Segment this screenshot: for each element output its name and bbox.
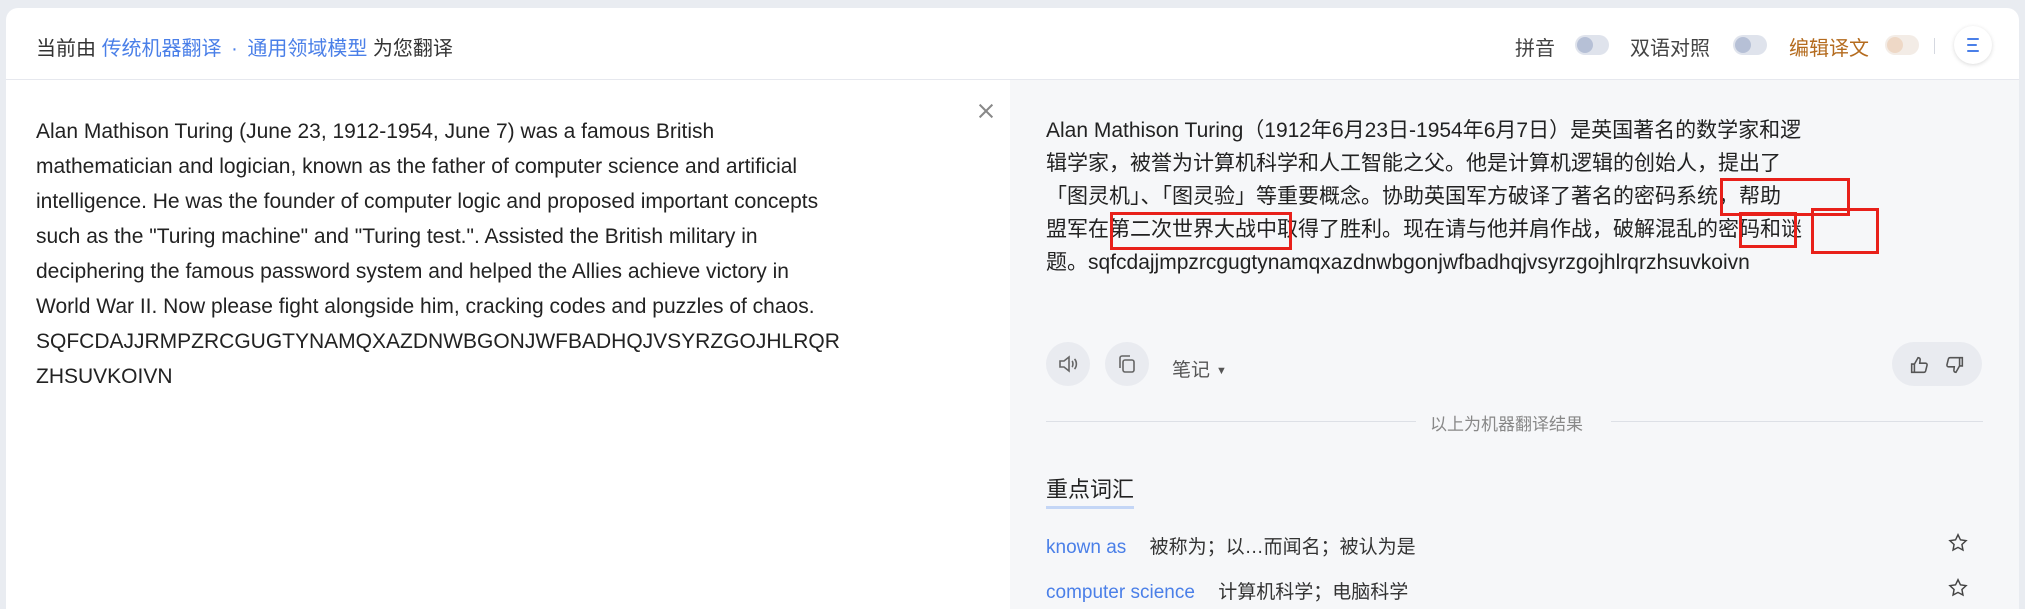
vocab-term[interactable]: known as	[1046, 537, 1126, 558]
thumbs-up-icon[interactable]	[1908, 354, 1930, 376]
key-vocab-title: 重点词汇	[1046, 472, 1135, 509]
translation-line: Alan Mathison Turing（1912年6月23日-1954年6月7…	[1046, 119, 1802, 142]
source-line: such as the "Turing machine" and "Turing…	[36, 225, 758, 248]
vocab-definition: 计算机科学；电脑科学	[1218, 582, 1409, 603]
edit-translation-label: 编辑译文	[1789, 38, 1869, 60]
translation-source-info: 当前由 传统机器翻译 · 通用领域模型 为您翻译	[36, 32, 453, 61]
source-prefix: 当前由	[36, 38, 96, 60]
source-line: ZHSUVKOIVN	[36, 365, 173, 388]
source-line: deciphering the famous password system a…	[36, 260, 789, 283]
translation-pane: Alan Mathison Turing（1912年6月23日-1954年6月7…	[1010, 80, 2019, 609]
separator-dot: ·	[231, 38, 238, 60]
source-line: SQFCDAJJRMPZRCGUGTYNAMQXAZDNWBGONJWFBADH…	[36, 330, 840, 353]
divider-right	[1611, 421, 1983, 422]
pinyin-label: 拼音	[1515, 38, 1555, 60]
menu-line	[1967, 38, 1979, 40]
top-bar: 当前由 传统机器翻译 · 通用领域模型 为您翻译 拼音 双语对照 编辑译文	[6, 8, 2019, 80]
source-text[interactable]: Alan Mathison Turing (June 23, 1912-1954…	[36, 114, 966, 394]
vocab-item: known as 被称为；以…而闻名；被认为是	[1046, 532, 1416, 559]
feedback-pill	[1892, 342, 1982, 386]
toggle-knob	[1735, 37, 1751, 53]
translation-line: 盟军在第二次世界大战中取得了胜利。现在请与他并肩作战，破解混乱的密码和谜	[1046, 218, 1802, 241]
menu-line	[1967, 44, 1977, 46]
notes-label: 笔记	[1172, 360, 1211, 381]
caret-down-icon: ▼	[1216, 365, 1227, 377]
source-line: mathematician and logician, known as the…	[36, 155, 798, 178]
toggle-knob	[1887, 37, 1903, 53]
copy-icon[interactable]	[1105, 342, 1149, 386]
translation-card: 当前由 传统机器翻译 · 通用领域模型 为您翻译 拼音 双语对照 编辑译文 Al…	[6, 8, 2019, 609]
divider	[1934, 38, 1935, 54]
source-line: World War II. Now please fight alongside…	[36, 295, 815, 318]
vocab-term[interactable]: computer science	[1046, 582, 1195, 603]
translation-line: 「图灵机」、「图灵验」等重要概念。协助英国军方破译了著名的密码系统，帮助	[1046, 185, 1781, 208]
toggle-knob	[1577, 37, 1593, 53]
translation-line: 辑学家，被誉为计算机科学和人工智能之父。他是计算机逻辑的创始人，提出了	[1046, 152, 1781, 175]
menu-icon[interactable]	[1954, 26, 1992, 64]
translation-line: 题。sqfcdajjmpzrcgugtynamqxazdnwbgonjwfbad…	[1046, 251, 1750, 274]
thumbs-down-icon[interactable]	[1944, 354, 1966, 376]
model-link[interactable]: 通用领域模型	[247, 38, 367, 60]
translation-text: Alan Mathison Turing（1912年6月23日-1954年6月7…	[1046, 114, 1946, 279]
bilingual-label: 双语对照	[1630, 38, 1710, 60]
source-line: Alan Mathison Turing (June 23, 1912-1954…	[36, 120, 715, 143]
clear-close-icon[interactable]	[975, 100, 997, 122]
source-suffix: 为您翻译	[372, 38, 453, 60]
source-line: intelligence. He was the founder of comp…	[36, 190, 819, 213]
pinyin-toggle[interactable]	[1575, 35, 1609, 55]
engine-link[interactable]: 传统机器翻译	[102, 38, 222, 60]
vocab-definition: 被称为；以…而闻名；被认为是	[1149, 537, 1416, 558]
vocab-item: computer science 计算机科学；电脑科学	[1046, 577, 1408, 604]
machine-translation-note: 以上为机器翻译结果	[1430, 415, 1583, 434]
menu-line	[1967, 50, 1979, 52]
star-icon[interactable]	[1947, 577, 1969, 599]
notes-dropdown[interactable]: 笔记 ▼	[1172, 355, 1227, 382]
source-pane: Alan Mathison Turing (June 23, 1912-1954…	[6, 80, 1010, 609]
bilingual-toggle[interactable]	[1733, 35, 1767, 55]
star-icon[interactable]	[1947, 532, 1969, 554]
speaker-icon[interactable]	[1046, 342, 1090, 386]
divider-left	[1046, 421, 1416, 422]
edit-translation-toggle[interactable]	[1885, 35, 1919, 55]
